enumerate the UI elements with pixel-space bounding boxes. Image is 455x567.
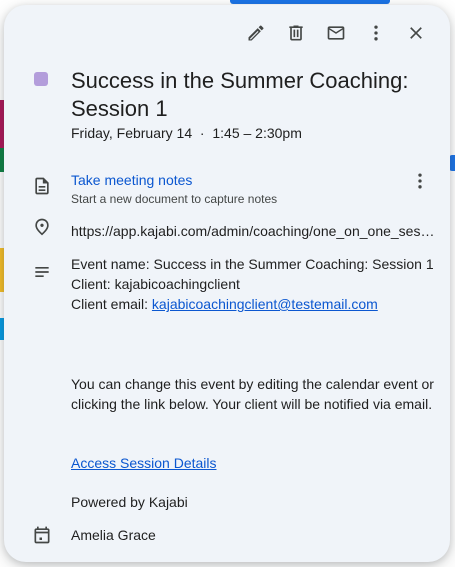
take-meeting-notes-link[interactable]: Take meeting notes xyxy=(71,172,192,188)
background-event-strip xyxy=(230,0,390,4)
notes-more-button[interactable] xyxy=(410,171,430,191)
popup-toolbar xyxy=(236,21,436,45)
close-icon xyxy=(410,27,422,39)
pencil-icon xyxy=(248,25,264,41)
document-icon xyxy=(32,176,52,196)
mail-icon xyxy=(327,26,345,40)
event-details-popup: Success in the Summer Coaching: Session … xyxy=(4,5,450,562)
client-email-link[interactable]: kajabicoachingclient@testemail.com xyxy=(152,296,378,312)
location-pin-icon xyxy=(32,217,52,237)
event-date: Friday, February 14 xyxy=(71,125,193,141)
delete-event-button[interactable] xyxy=(276,21,316,45)
access-session-details-link[interactable]: Access Session Details xyxy=(71,455,217,471)
event-color-swatch xyxy=(34,72,48,86)
description-paragraph: You can change this event by editing the… xyxy=(71,376,434,412)
event-location-url[interactable]: https://app.kajabi.com/admin/coaching/on… xyxy=(71,223,437,239)
description-client: Client: kajabicoachingclient xyxy=(71,276,240,292)
description-icon xyxy=(32,262,52,282)
description-event-name: Event name: Success in the Summer Coachi… xyxy=(71,256,434,272)
client-email-label: Client email: xyxy=(71,296,152,312)
edit-event-button[interactable] xyxy=(236,21,276,45)
datetime-separator: · xyxy=(199,125,205,141)
more-vert-icon xyxy=(374,25,378,41)
more-vert-icon xyxy=(418,173,422,189)
trash-icon xyxy=(289,25,303,41)
description-client-email-line: Client email: kajabicoachingclient@teste… xyxy=(71,294,437,314)
event-datetime: Friday, February 14 · 1:45 – 2:30pm xyxy=(71,125,302,141)
email-guests-button[interactable] xyxy=(316,21,356,45)
event-title: Success in the Summer Coaching: Session … xyxy=(71,68,409,121)
powered-by-text: Powered by Kajabi xyxy=(71,494,188,510)
meeting-notes-subtitle: Start a new document to capture notes xyxy=(71,192,278,206)
more-options-button[interactable] xyxy=(356,21,396,45)
calendar-owner-name: Amelia Grace xyxy=(71,527,156,543)
event-description: Event name: Success in the Summer Coachi… xyxy=(71,254,437,314)
close-button[interactable] xyxy=(396,21,436,45)
calendar-icon xyxy=(32,525,52,545)
event-time: 1:45 – 2:30pm xyxy=(212,125,302,141)
